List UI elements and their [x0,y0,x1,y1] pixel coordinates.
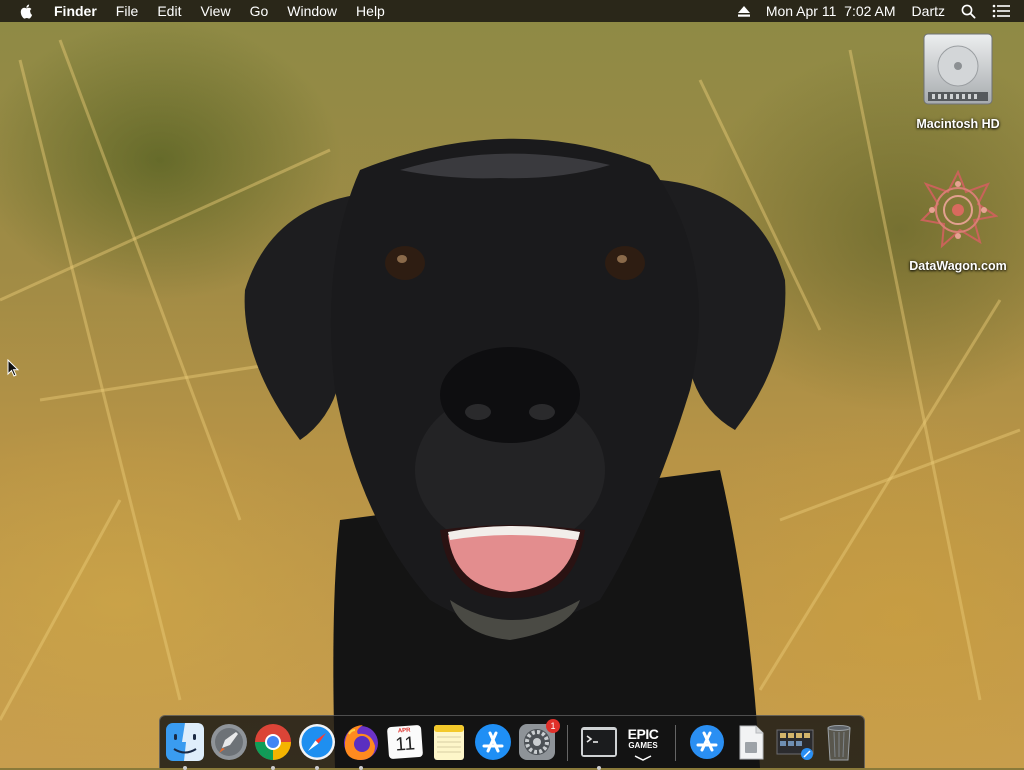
apple-icon[interactable] [19,3,35,19]
dock-item-epic-games[interactable]: EPIC GAMES [623,722,663,762]
eject-icon[interactable] [737,5,750,17]
chrome-icon[interactable] [253,722,293,762]
dock-item-downloads[interactable] [687,722,727,762]
dock-item-terminal[interactable] [579,722,619,770]
dock-item-calendar[interactable]: APR 11 [385,722,425,762]
dock-item-system-preferences[interactable]: 1 [517,719,560,762]
spotlight-search-icon[interactable] [961,4,976,19]
terminal-icon[interactable] [579,722,619,762]
mouse-cursor-icon [7,358,20,382]
firefox-icon[interactable] [341,722,381,762]
wallpaper-dog-illustration [0,39,1021,768]
dock: APR 11 1 EPIC GAMES [159,715,865,770]
launchpad-icon[interactable] [209,722,249,762]
desktop-icon-label: DataWagon.com [909,259,1007,273]
dock-item-trash[interactable] [819,722,859,762]
menu-bar: Finder File Edit View Go Window Help Mon… [0,0,1024,22]
hard-drive-icon[interactable] [922,32,994,113]
safari-icon[interactable] [297,722,337,762]
desktop-icon-label: Macintosh HD [916,117,1000,131]
dock-item-launchpad[interactable] [209,722,249,762]
notes-icon[interactable] [429,722,469,762]
menu-go[interactable]: Go [250,3,269,19]
dock-item-screenshots[interactable] [775,722,815,762]
running-indicator [597,766,601,770]
calendar-icon[interactable]: APR 11 [385,722,425,762]
menu-file[interactable]: File [116,3,139,19]
mandala-folder-icon[interactable] [918,169,999,255]
finder-icon[interactable] [165,722,205,762]
dock-item-documents[interactable] [731,722,771,762]
notification-center-icon[interactable] [992,4,1010,18]
calendar-day: 11 [394,733,416,756]
clock[interactable]: Mon Apr 11 7:02 AM [766,3,896,19]
menu-edit[interactable]: Edit [157,3,181,19]
epic-games-icon[interactable]: EPIC GAMES [623,722,663,762]
dock-separator [567,725,568,761]
dock-item-firefox[interactable] [341,722,381,770]
dock-separator [675,725,676,761]
trash-icon[interactable] [819,722,859,762]
app-store-icon[interactable] [473,722,513,762]
dock-item-notes[interactable] [429,722,469,762]
desktop-wallpaper [0,0,1024,768]
desktop-icon-macintosh-hd[interactable]: Macintosh HD [898,32,1018,131]
menu-help[interactable]: Help [356,3,385,19]
user-menu[interactable]: Dartz [912,3,945,19]
dock-item-chrome[interactable] [253,722,293,770]
running-indicator [359,766,363,770]
running-indicator [183,766,187,770]
menu-view[interactable]: View [200,3,230,19]
dock-item-finder[interactable] [165,722,205,770]
running-indicator [315,766,319,770]
desktop-icon-datawagon[interactable]: DataWagon.com [898,169,1018,273]
running-indicator [271,766,275,770]
screenshots-stack-icon[interactable] [775,722,815,762]
dock-item-safari[interactable] [297,722,337,770]
menu-finder[interactable]: Finder [54,3,97,19]
dock-item-app-store[interactable] [473,722,513,762]
document-stack-icon[interactable] [731,722,771,762]
menu-window[interactable]: Window [287,3,337,19]
notification-badge: 1 [546,719,560,733]
downloads-stack-icon[interactable] [687,722,727,762]
